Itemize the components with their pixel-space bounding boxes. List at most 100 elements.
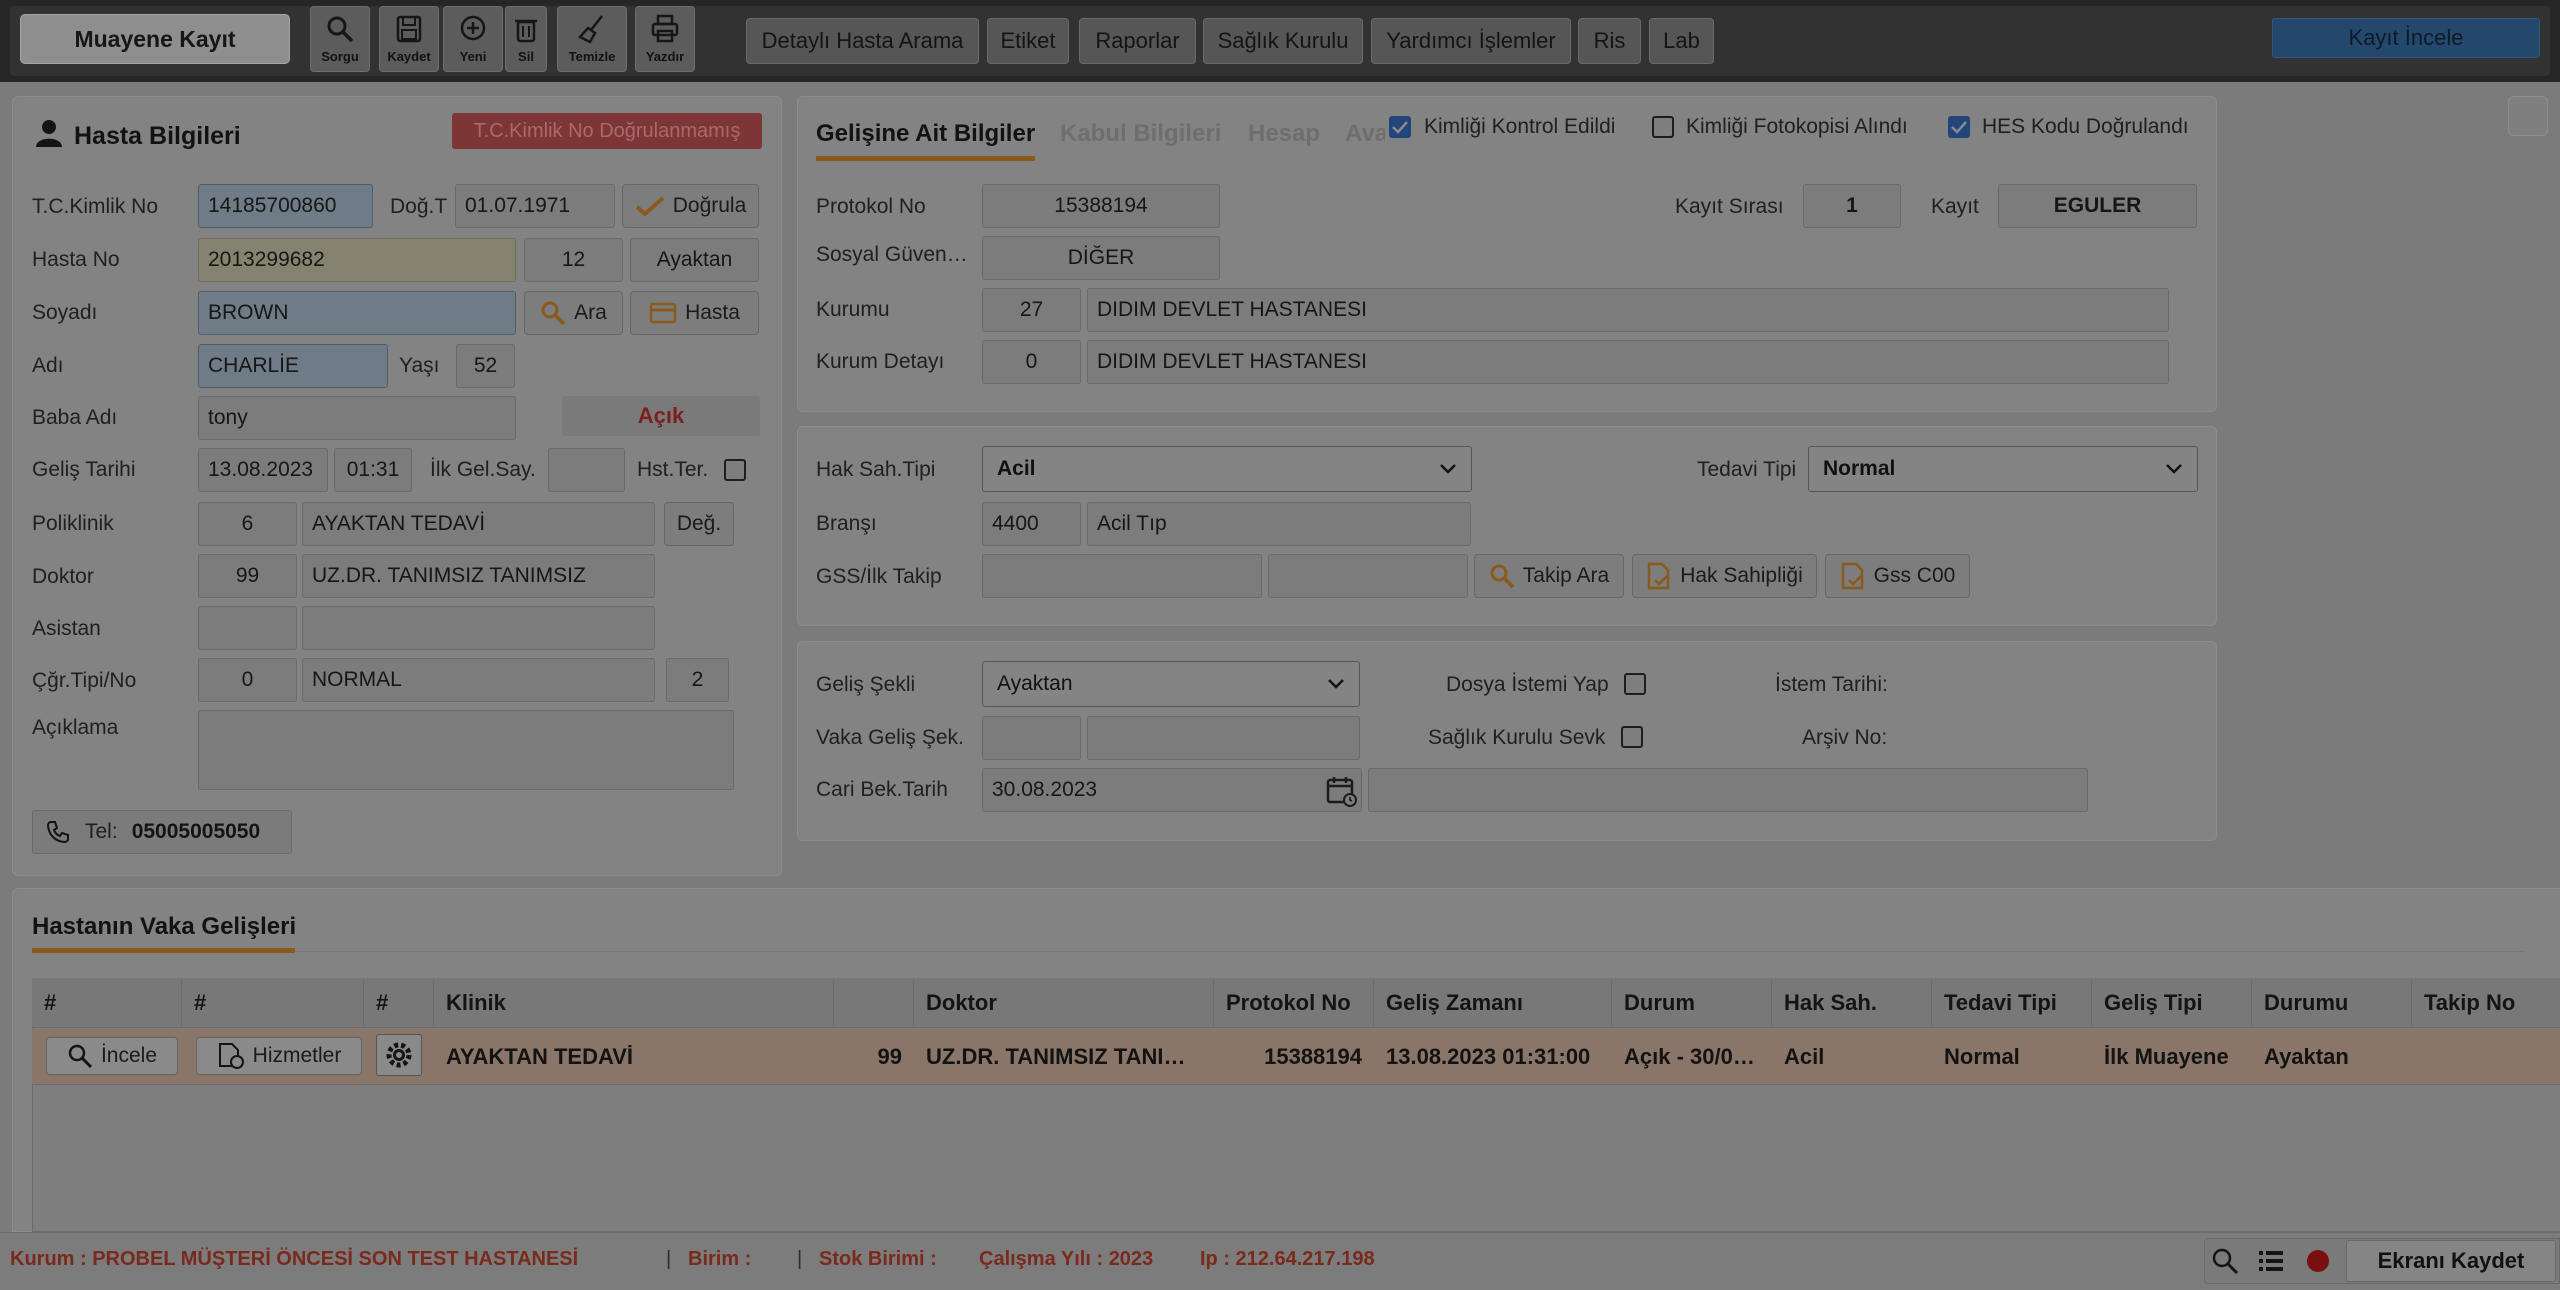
hak-sah-tipi-select[interactable]: Acil	[982, 446, 1472, 492]
adi-label: Adı	[32, 354, 64, 377]
ekrani-kaydet-button[interactable]: Ekranı Kaydet	[2346, 1240, 2556, 1282]
top-toolbar: Muayene Kayıt Sorgu Kaydet Yeni Sil Temi…	[0, 0, 2560, 82]
durum-acik-badge: Açık	[562, 396, 760, 436]
dogum-tarihi-input[interactable]: 01.07.1971	[455, 184, 615, 228]
sorgu-button[interactable]: Sorgu	[310, 6, 370, 72]
kurum-ad-field: DIDIM DEVLET HASTANESI	[1087, 288, 2169, 332]
menu-ris[interactable]: Ris	[1578, 18, 1641, 64]
gss-label: GSS/İlk Takip	[816, 565, 942, 588]
brans-kod-input[interactable]: 4400	[982, 502, 1081, 546]
hes-kodu-checkbox[interactable]	[1948, 116, 1970, 138]
tab-kabul-bilgileri[interactable]: Kabul Bilgileri	[1060, 120, 1221, 148]
aciklama-textarea[interactable]	[198, 710, 734, 790]
sil-button[interactable]: Sil	[505, 6, 547, 72]
document-check-icon	[1841, 562, 1863, 590]
menu-yardimci-islemler[interactable]: Yardımcı İşlemler	[1371, 18, 1571, 64]
dogrula-button[interactable]: Doğrula	[622, 184, 759, 228]
kurum-kod-input[interactable]: 27	[982, 288, 1081, 332]
tab-hesap[interactable]: Hesap	[1248, 120, 1320, 148]
poliklinik-kod-input[interactable]: 6	[198, 502, 297, 546]
hasta-card-button[interactable]: Hasta	[630, 291, 759, 335]
muayene-kayit-button[interactable]: Muayene Kayıt	[20, 14, 290, 64]
baba-adi-label: Baba Adı	[32, 406, 118, 429]
yeni-label: Yeni	[459, 49, 487, 64]
printer-icon	[651, 14, 679, 43]
col-tedavi-tipi: Tedavi Tipi	[1932, 980, 2092, 1026]
soyadi-label: Soyadı	[32, 301, 98, 324]
ilk-gel-say-input[interactable]	[548, 448, 625, 492]
gss-input-2[interactable]	[1268, 554, 1468, 598]
id-card-icon	[649, 302, 677, 324]
gelis-saati-input[interactable]: 01:31	[334, 448, 412, 492]
hst-ter-label: Hst.Ter.	[637, 458, 709, 481]
takip-ara-button[interactable]: Takip Ara	[1474, 554, 1624, 598]
sosyal-guvence-field: DİĞER	[982, 236, 1220, 280]
gss-input-1[interactable]	[982, 554, 1262, 598]
tab-gelise-ait-bilgiler[interactable]: Gelişine Ait Bilgiler	[816, 120, 1035, 148]
kayit-incele-button[interactable]: Kayıt İncele	[2272, 18, 2540, 58]
tedavi-tipi-value: Normal	[1823, 457, 1896, 480]
dosya-istemi-checkbox[interactable]	[1624, 673, 1646, 695]
kimligi-kontrol-checkbox[interactable]	[1389, 116, 1411, 138]
kaydet-button[interactable]: Kaydet	[379, 6, 439, 72]
status-stok: Stok Birimi :	[819, 1248, 937, 1270]
search-icon[interactable]	[2210, 1246, 2240, 1276]
settings-button[interactable]	[376, 1034, 422, 1076]
menu-saglik-kurulu[interactable]: Sağlık Kurulu	[1203, 18, 1363, 64]
row-tedavi: Normal	[1944, 1044, 2020, 1069]
calendar-icon[interactable]	[1325, 774, 1359, 808]
ara-button[interactable]: Ara	[524, 291, 623, 335]
col-durum: Durum	[1612, 980, 1772, 1026]
col-gelis-tipi: Geliş Tipi	[2092, 980, 2252, 1026]
menu-lab[interactable]: Lab	[1649, 18, 1714, 64]
search-icon	[327, 16, 354, 43]
menu-detayli-hasta-arama[interactable]: Detaylı Hasta Arama	[746, 18, 979, 64]
saglik-kurulu-sevk-checkbox[interactable]	[1621, 726, 1643, 748]
record-icon[interactable]	[2307, 1250, 2329, 1272]
menu-raporlar[interactable]: Raporlar	[1079, 18, 1196, 64]
side-toggle-button[interactable]	[2508, 96, 2548, 136]
kimligi-fotokopi-checkbox[interactable]	[1652, 116, 1674, 138]
yasi-label: Yaşı	[399, 354, 440, 377]
hes-kodu-label: HES Kodu Doğrulandı	[1982, 115, 2189, 138]
doktor-kod-input[interactable]: 99	[198, 554, 297, 598]
hizmetler-button[interactable]: Hizmetler	[196, 1037, 362, 1075]
cari-bek-tarih-label: Cari Bek.Tarih	[816, 778, 948, 801]
yazdir-button[interactable]: Yazdır	[635, 6, 695, 72]
col-takip-no: Takip No	[2424, 990, 2516, 1015]
menu-etiket[interactable]: Etiket	[987, 18, 1069, 64]
asistan-ad-field	[302, 606, 655, 650]
kayit-label: Kayıt	[1931, 195, 1979, 218]
status-birim: Birim :	[688, 1248, 752, 1270]
tedavi-tipi-select[interactable]: Normal	[1808, 446, 2198, 492]
plus-circle-icon	[460, 15, 486, 41]
tc-input[interactable]: 14185700860	[198, 184, 373, 228]
kurum-detay-kod-input[interactable]: 0	[982, 340, 1081, 384]
hizmetler-label: Hizmetler	[252, 1044, 342, 1067]
hst-ter-checkbox[interactable]	[724, 459, 746, 481]
yazdir-label: Yazdır	[645, 49, 685, 64]
incele-button[interactable]: İncele	[46, 1037, 178, 1075]
protokol-no-field: 15388194	[982, 184, 1220, 228]
gss-c00-button[interactable]: Gss C00	[1825, 554, 1970, 598]
baba-adi-input[interactable]: tony	[198, 396, 516, 440]
adi-input[interactable]: CHARLİE	[198, 344, 388, 388]
cari-bek-tarih-input[interactable]: 30.08.2023	[982, 768, 1362, 812]
cagri-kod-input[interactable]: 0	[198, 658, 297, 702]
hasta-button-label: Hasta	[685, 301, 740, 324]
row-doktor: UZ.DR. TANIMSIZ TANI…	[926, 1044, 1186, 1069]
list-icon[interactable]	[2257, 1248, 2285, 1274]
hak-sahipligi-button[interactable]: Hak Sahipliği	[1632, 554, 1817, 598]
vaka-kod-input[interactable]	[982, 716, 1081, 760]
yeni-button[interactable]: Yeni	[443, 6, 503, 72]
trash-icon	[515, 19, 537, 43]
temizle-button[interactable]: Temizle	[557, 6, 627, 72]
tab-ava[interactable]: Ava	[1345, 120, 1385, 148]
soyadi-input[interactable]: BROWN	[198, 291, 516, 335]
deg-button[interactable]: Değ.	[664, 502, 734, 546]
temizle-label: Temizle	[568, 49, 616, 64]
asistan-kod-input[interactable]	[198, 606, 297, 650]
gelis-tarihi-input[interactable]: 13.08.2023	[198, 448, 328, 492]
gelis-sekli-select[interactable]: Ayaktan	[982, 661, 1360, 707]
hasta-no-input[interactable]: 2013299682	[198, 238, 516, 282]
